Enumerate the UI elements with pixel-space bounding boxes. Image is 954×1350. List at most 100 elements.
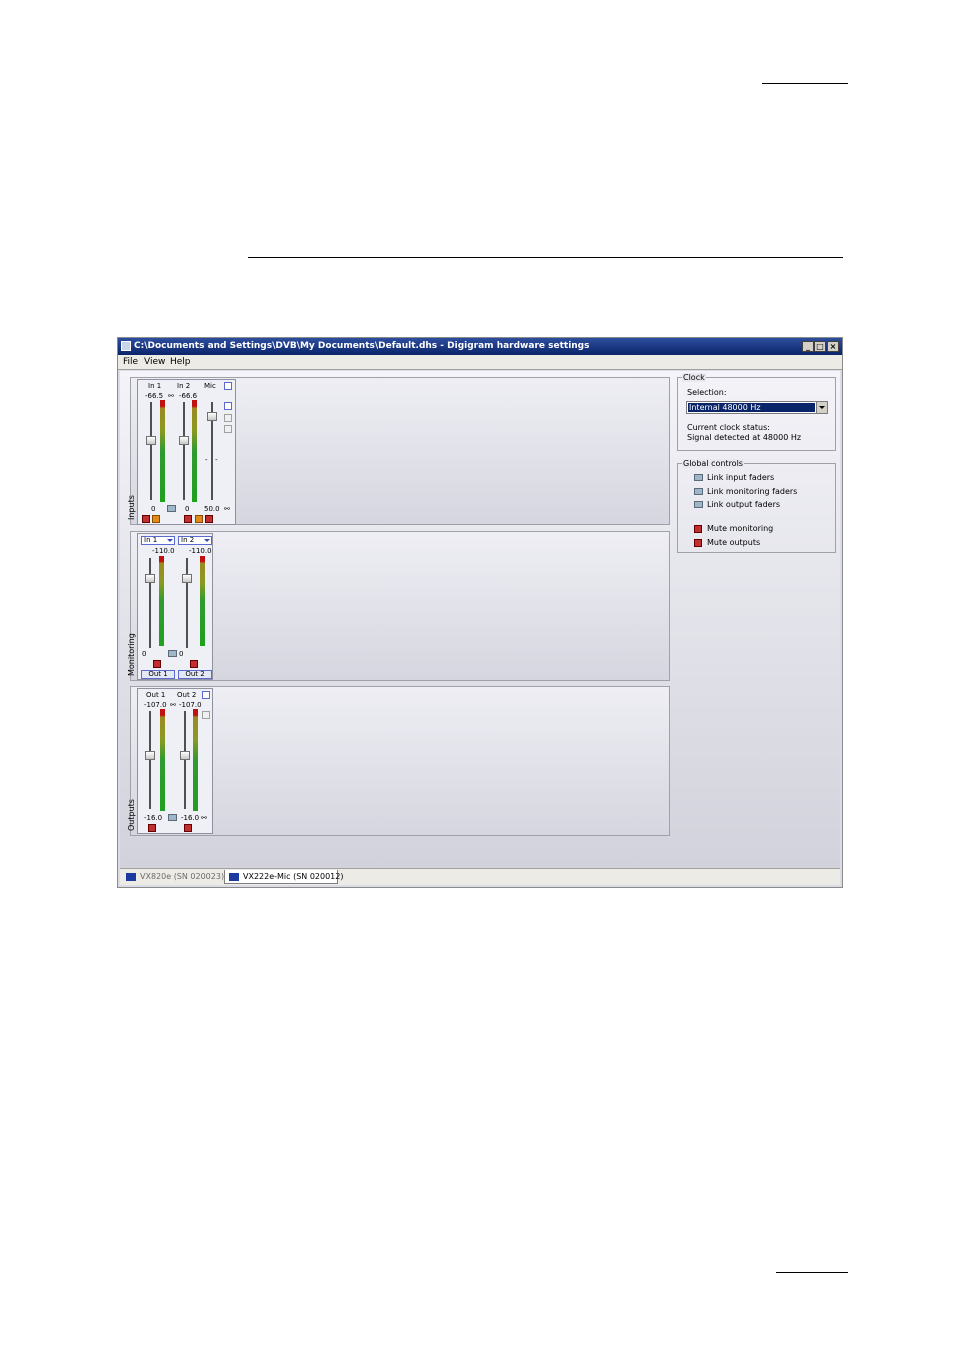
output-2-level: -107.0 xyxy=(179,701,202,709)
monitoring-1-value: 0 xyxy=(142,650,147,658)
tab-vx222e-mic[interactable]: VX222e-Mic (SN 020012) xyxy=(224,870,343,884)
menu-help[interactable]: Help xyxy=(170,355,191,369)
input-1-fader-track xyxy=(150,402,152,500)
link-monitoring-faders-label[interactable]: Link monitoring faders xyxy=(707,487,797,496)
monitoring-1-fader[interactable] xyxy=(145,574,155,583)
clock-selection-select[interactable]: Internal 48000 Hz xyxy=(686,401,828,414)
monitoring-strip: In 1 In 2 -110.0 -110.0 0 0 Out 1 Out 2 xyxy=(137,533,213,680)
mic-mute-button[interactable] xyxy=(205,515,213,523)
mute-monitoring-label[interactable]: Mute monitoring xyxy=(707,524,773,533)
monitoring-label: Monitoring xyxy=(127,633,136,676)
mic-name: Mic xyxy=(204,382,216,390)
inputs-section: Inputs In 1 In 2 Mic -66.5 ⚯ -66.6 - - 0… xyxy=(127,377,670,525)
monitoring-1-meter xyxy=(159,556,164,646)
menu-view[interactable]: View xyxy=(144,355,165,369)
monitoring-1-output-button[interactable]: Out 1 xyxy=(141,670,175,679)
monitoring-1-fader-track xyxy=(149,558,151,648)
link-monitoring-button[interactable] xyxy=(168,650,177,657)
menu-bar: File View Help xyxy=(118,355,842,370)
input-2-meter xyxy=(192,400,197,502)
monitoring-1-mute-button[interactable] xyxy=(153,660,161,668)
phantom-power-button[interactable] xyxy=(224,402,232,410)
outputs-option-button[interactable] xyxy=(202,711,210,719)
device-icon xyxy=(229,873,239,881)
input-2-mute-button[interactable] xyxy=(184,515,192,523)
mic-fader[interactable] xyxy=(207,412,217,421)
mic-link-icon: ⚯ xyxy=(224,505,230,513)
output-1-fader[interactable] xyxy=(145,751,155,760)
output-2-name: Out 2 xyxy=(177,691,197,699)
clock-selection-value: Internal 48000 Hz xyxy=(688,403,815,412)
link-inputs-button[interactable] xyxy=(167,505,176,512)
monitoring-2-value: 0 xyxy=(179,650,184,658)
inputs-label: Inputs xyxy=(127,495,136,520)
inputs-settings-button[interactable] xyxy=(224,382,232,390)
clock-status-value: Signal detected at 48000 Hz xyxy=(687,433,802,442)
mute-outputs-label[interactable]: Mute outputs xyxy=(707,538,760,547)
monitoring-1-level: -110.0 xyxy=(152,547,175,555)
clock-status-label: Current clock status: xyxy=(687,423,770,432)
output-1-gain: -16.0 xyxy=(144,814,163,822)
mic-dash-1: - xyxy=(205,456,208,464)
output-1-mute-button[interactable] xyxy=(148,824,156,832)
maximize-button[interactable]: □ xyxy=(814,341,826,352)
output-2-fader-track xyxy=(184,711,186,809)
link-input-faders-icon[interactable] xyxy=(694,474,703,481)
outputs-section: Outputs Out 1 Out 2 -107.0 ⚯ -107.0 -16.… xyxy=(127,686,670,836)
outputs-settings-button[interactable] xyxy=(202,691,210,699)
input-1-mute-button[interactable] xyxy=(142,515,150,523)
monitoring-2-fader-track xyxy=(186,558,188,648)
input-2-fader[interactable] xyxy=(179,436,189,445)
monitoring-2-mute-button[interactable] xyxy=(190,660,198,668)
monitoring-2-output-button[interactable]: Out 2 xyxy=(178,670,212,679)
mic-option-button-1[interactable] xyxy=(224,414,232,422)
app-icon xyxy=(121,341,131,351)
output-2-mute-button[interactable] xyxy=(184,824,192,832)
link-outputs-button[interactable] xyxy=(168,814,177,821)
monitoring-2-level: -110.0 xyxy=(189,547,212,555)
output-1-level: -107.0 xyxy=(144,701,167,709)
monitoring-1-source-select[interactable]: In 1 xyxy=(141,536,175,545)
input-2-level: -66.6 xyxy=(179,392,198,400)
clock-group: Clock Selection: Internal 48000 Hz Curre… xyxy=(677,373,836,451)
dropdown-arrow-icon[interactable] xyxy=(816,402,827,413)
input-1-solo-button[interactable] xyxy=(152,515,160,523)
menu-file[interactable]: File xyxy=(123,355,138,369)
app-window: C:\Documents and Settings\DVB\My Documen… xyxy=(117,337,843,888)
mic-gain: 50.0 xyxy=(204,505,220,513)
link-output-faders-icon[interactable] xyxy=(694,501,703,508)
tab-vx820e[interactable]: VX820e (SN 020023) xyxy=(122,870,224,884)
output-2-gain: -16.0 xyxy=(181,814,200,822)
output-1-fader-track xyxy=(149,711,151,809)
input-1-fader[interactable] xyxy=(146,436,156,445)
close-button[interactable]: × xyxy=(827,341,839,352)
link-monitoring-faders-icon[interactable] xyxy=(694,488,703,495)
output-2-fader[interactable] xyxy=(180,751,190,760)
global-controls-title: Global controls xyxy=(682,459,744,468)
link-output-faders-label[interactable]: Link output faders xyxy=(707,500,780,509)
mic-option-button-2[interactable] xyxy=(224,425,232,433)
outputs-strip: Out 1 Out 2 -107.0 ⚯ -107.0 -16.0 -16.0 … xyxy=(137,688,213,834)
output-1-meter xyxy=(160,709,165,811)
mute-monitoring-icon[interactable] xyxy=(694,525,702,533)
device-tab-bar: VX820e (SN 020023) VX222e-Mic (SN 020012… xyxy=(120,868,840,885)
input-2-fader-track xyxy=(183,402,185,500)
mic-dash-2: - xyxy=(215,456,218,464)
section-rule xyxy=(248,257,843,258)
monitoring-2-fader[interactable] xyxy=(182,574,192,583)
window-title: C:\Documents and Settings\DVB\My Documen… xyxy=(134,341,590,351)
link-input-faders-label[interactable]: Link input faders xyxy=(707,473,774,482)
input-2-gain: 0 xyxy=(185,505,190,513)
mute-outputs-icon[interactable] xyxy=(694,539,702,547)
input-2-name: In 2 xyxy=(177,382,191,390)
footer-rule xyxy=(776,1272,848,1273)
clock-title: Clock xyxy=(682,373,706,382)
monitoring-2-meter xyxy=(200,556,205,646)
device-icon xyxy=(126,873,136,881)
input-1-level: -66.5 xyxy=(145,392,164,400)
minimize-button[interactable]: _ xyxy=(802,341,814,352)
input-2-solo-button[interactable] xyxy=(195,515,203,523)
monitoring-2-source-select[interactable]: In 2 xyxy=(178,536,212,545)
outputs-link-icon: ⚯ xyxy=(201,814,207,822)
main-area: Inputs In 1 In 2 Mic -66.5 ⚯ -66.6 - - 0… xyxy=(120,371,840,868)
